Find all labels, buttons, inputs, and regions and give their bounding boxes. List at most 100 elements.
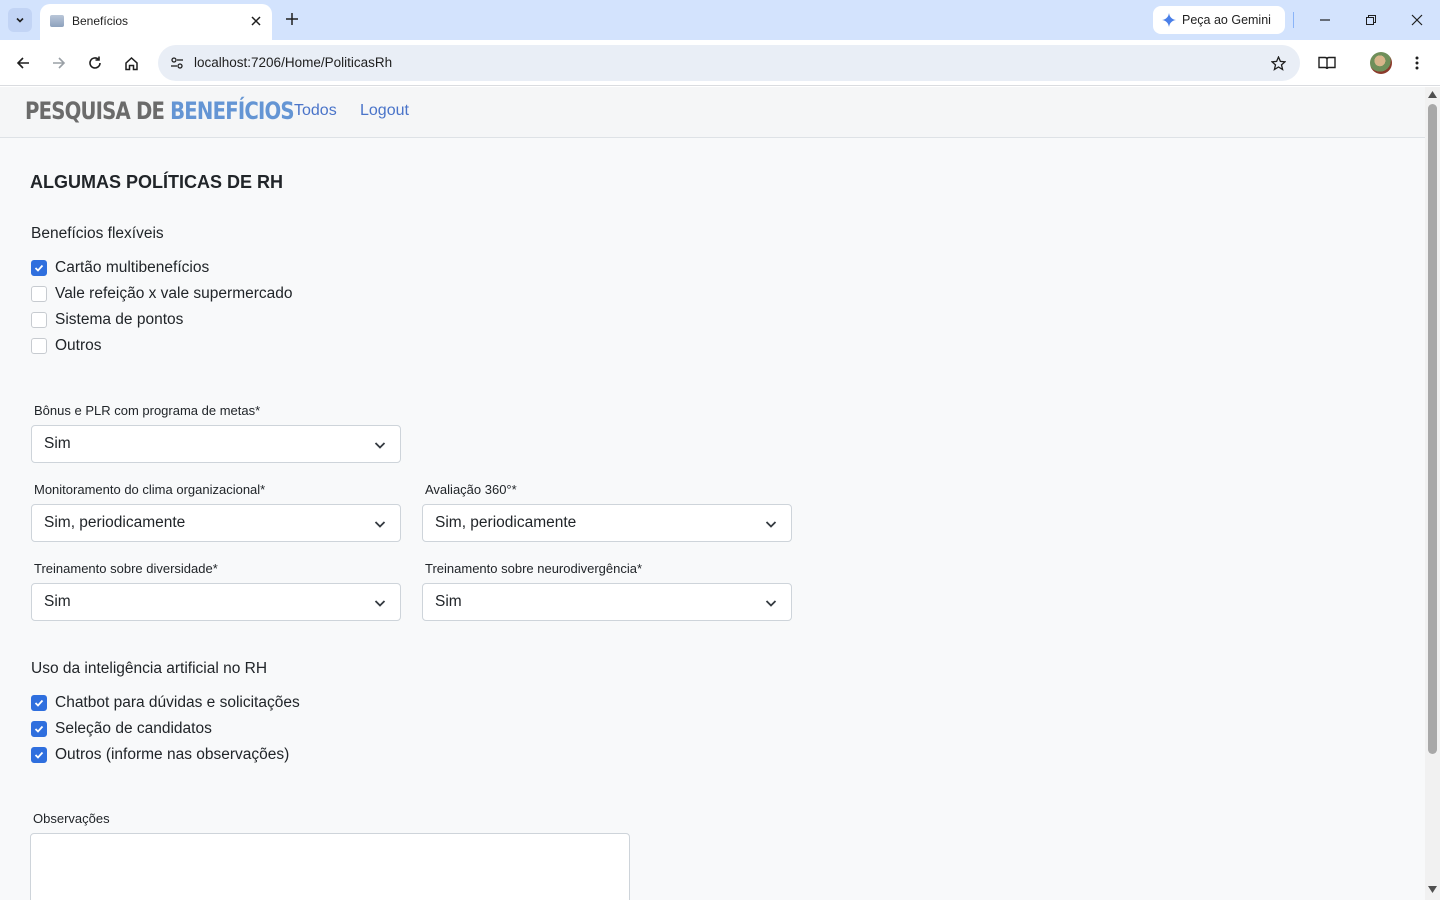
avaliacao-360-label: Avaliação 360°*	[425, 482, 517, 497]
tune-icon	[171, 57, 183, 69]
page-scrollbar[interactable]	[1425, 87, 1440, 900]
checkbox-row[interactable]: Chatbot para dúvidas e solicitações	[31, 693, 300, 713]
checkbox-label[interactable]: Seleção de candidatos	[55, 720, 212, 738]
checkbox-row[interactable]: Seleção de candidatos	[31, 719, 212, 739]
observacoes-label: Observações	[33, 811, 110, 826]
chevron-down-icon	[16, 17, 24, 23]
site-info-button[interactable]	[166, 52, 188, 74]
scroll-down-button[interactable]	[1428, 885, 1437, 894]
scrollbar-thumb[interactable]	[1428, 104, 1437, 754]
back-button[interactable]	[11, 51, 35, 75]
book-icon	[1318, 56, 1336, 70]
close-icon	[1411, 14, 1423, 26]
avaliacao-360-select[interactable]: Sim, periodicamente	[422, 504, 792, 542]
brand-logo[interactable]: PESQUISA DE BENEFÍCIOS	[25, 97, 295, 125]
checkbox-unchecked[interactable]	[31, 286, 47, 302]
check-icon	[34, 725, 44, 733]
checkbox-row[interactable]: Sistema de pontos	[31, 310, 183, 330]
select-value: Sim, periodicamente	[44, 514, 186, 531]
checkbox-checked[interactable]	[31, 747, 47, 763]
home-icon	[124, 56, 138, 70]
select-value: Sim	[44, 593, 71, 610]
flex-benefits-label: Benefícios flexíveis	[31, 225, 164, 242]
chevron-down-icon	[374, 600, 386, 607]
minimize-icon	[1320, 19, 1330, 21]
plus-icon	[286, 13, 298, 25]
browser-tabstrip: Benefícios Peça ao Gemini	[0, 0, 1440, 40]
checkbox-label[interactable]: Outros	[55, 337, 102, 355]
checkbox-row[interactable]: Outros (informe nas observações)	[31, 745, 289, 765]
forward-button[interactable]	[47, 51, 71, 75]
observacoes-textarea[interactable]	[30, 833, 630, 900]
star-icon	[1270, 55, 1286, 71]
check-icon	[34, 264, 44, 272]
gemini-button[interactable]: Peça ao Gemini	[1153, 6, 1285, 34]
window-close-button[interactable]	[1407, 10, 1427, 30]
more-vertical-icon	[1415, 56, 1419, 70]
chevron-down-icon	[765, 521, 777, 528]
reload-icon	[89, 56, 101, 69]
ai-usage-label: Uso da inteligência artificial no RH	[31, 660, 268, 677]
favicon-icon	[50, 15, 64, 27]
restore-button[interactable]	[1361, 10, 1381, 30]
tab-close-button[interactable]	[248, 13, 264, 29]
checkbox-row[interactable]: Vale refeição x vale supermercado	[31, 284, 293, 304]
address-bar[interactable]: localhost:7206/Home/PoliticasRh	[158, 45, 1300, 81]
checkbox-row[interactable]: Cartão multibenefícios	[31, 258, 209, 278]
checkbox-unchecked[interactable]	[31, 338, 47, 354]
url-text[interactable]: localhost:7206/Home/PoliticasRh	[194, 55, 392, 70]
app-navbar: PESQUISA DE BENEFÍCIOS Todos Logout	[0, 87, 1425, 138]
new-tab-button[interactable]	[282, 9, 302, 29]
select-value: Sim	[435, 593, 462, 610]
tab-search-button[interactable]	[8, 8, 32, 32]
reading-mode-button[interactable]	[1315, 51, 1339, 75]
checkbox-label[interactable]: Outros (informe nas observações)	[55, 746, 289, 764]
browser-toolbar: localhost:7206/Home/PoliticasRh	[0, 40, 1440, 86]
diversidade-label: Treinamento sobre diversidade*	[34, 561, 218, 576]
close-icon	[251, 16, 261, 26]
checkbox-label[interactable]: Vale refeição x vale supermercado	[55, 285, 293, 303]
reload-button[interactable]	[83, 51, 107, 75]
brand-text-part2: BENEFÍCIOS	[170, 97, 294, 125]
clima-label: Monitoramento do clima organizacional*	[34, 482, 266, 497]
bonus-plr-label: Bônus e PLR com programa de metas*	[34, 403, 261, 418]
nav-link-logout[interactable]: Logout	[360, 102, 409, 120]
checkbox-checked[interactable]	[31, 721, 47, 737]
browser-menu-button[interactable]	[1405, 51, 1429, 75]
triangle-down-icon	[1428, 886, 1437, 893]
check-icon	[34, 751, 44, 759]
check-icon	[34, 699, 44, 707]
triangle-up-icon	[1428, 91, 1437, 98]
checkbox-checked[interactable]	[31, 695, 47, 711]
scroll-up-button[interactable]	[1428, 90, 1437, 99]
nav-link-todos[interactable]: Todos	[294, 102, 337, 120]
checkbox-label[interactable]: Cartão multibenefícios	[55, 259, 209, 277]
page-title: ALGUMAS POLÍTICAS DE RH	[30, 172, 284, 192]
chevron-down-icon	[374, 521, 386, 528]
checkbox-checked[interactable]	[31, 260, 47, 276]
checkbox-row[interactable]: Outros	[31, 336, 102, 356]
browser-tab-active[interactable]: Benefícios	[40, 4, 272, 40]
bookmark-button[interactable]	[1268, 53, 1288, 73]
minimize-button[interactable]	[1315, 10, 1335, 30]
gemini-sparkle-icon	[1162, 13, 1176, 27]
select-value: Sim	[44, 435, 71, 452]
chevron-down-icon	[765, 600, 777, 607]
brand-text-part1: PESQUISA DE	[25, 97, 171, 125]
home-button[interactable]	[119, 51, 143, 75]
divider	[1293, 12, 1294, 28]
clima-select[interactable]: Sim, periodicamente	[31, 504, 401, 542]
profile-avatar[interactable]	[1370, 52, 1392, 74]
diversidade-select[interactable]: Sim	[31, 583, 401, 621]
checkbox-label[interactable]: Sistema de pontos	[55, 311, 183, 329]
gemini-label: Peça ao Gemini	[1182, 13, 1271, 27]
checkbox-label[interactable]: Chatbot para dúvidas e solicitações	[55, 694, 300, 712]
arrow-right-icon	[53, 57, 66, 69]
page-viewport: PESQUISA DE BENEFÍCIOS Todos Logout ALGU…	[0, 87, 1425, 900]
neurodivergencia-select[interactable]: Sim	[422, 583, 792, 621]
tab-title: Benefícios	[72, 14, 129, 28]
checkbox-unchecked[interactable]	[31, 312, 47, 328]
restore-icon	[1366, 15, 1376, 25]
neurodivergencia-label: Treinamento sobre neurodivergência*	[425, 561, 643, 576]
bonus-plr-select[interactable]: Sim	[31, 425, 401, 463]
